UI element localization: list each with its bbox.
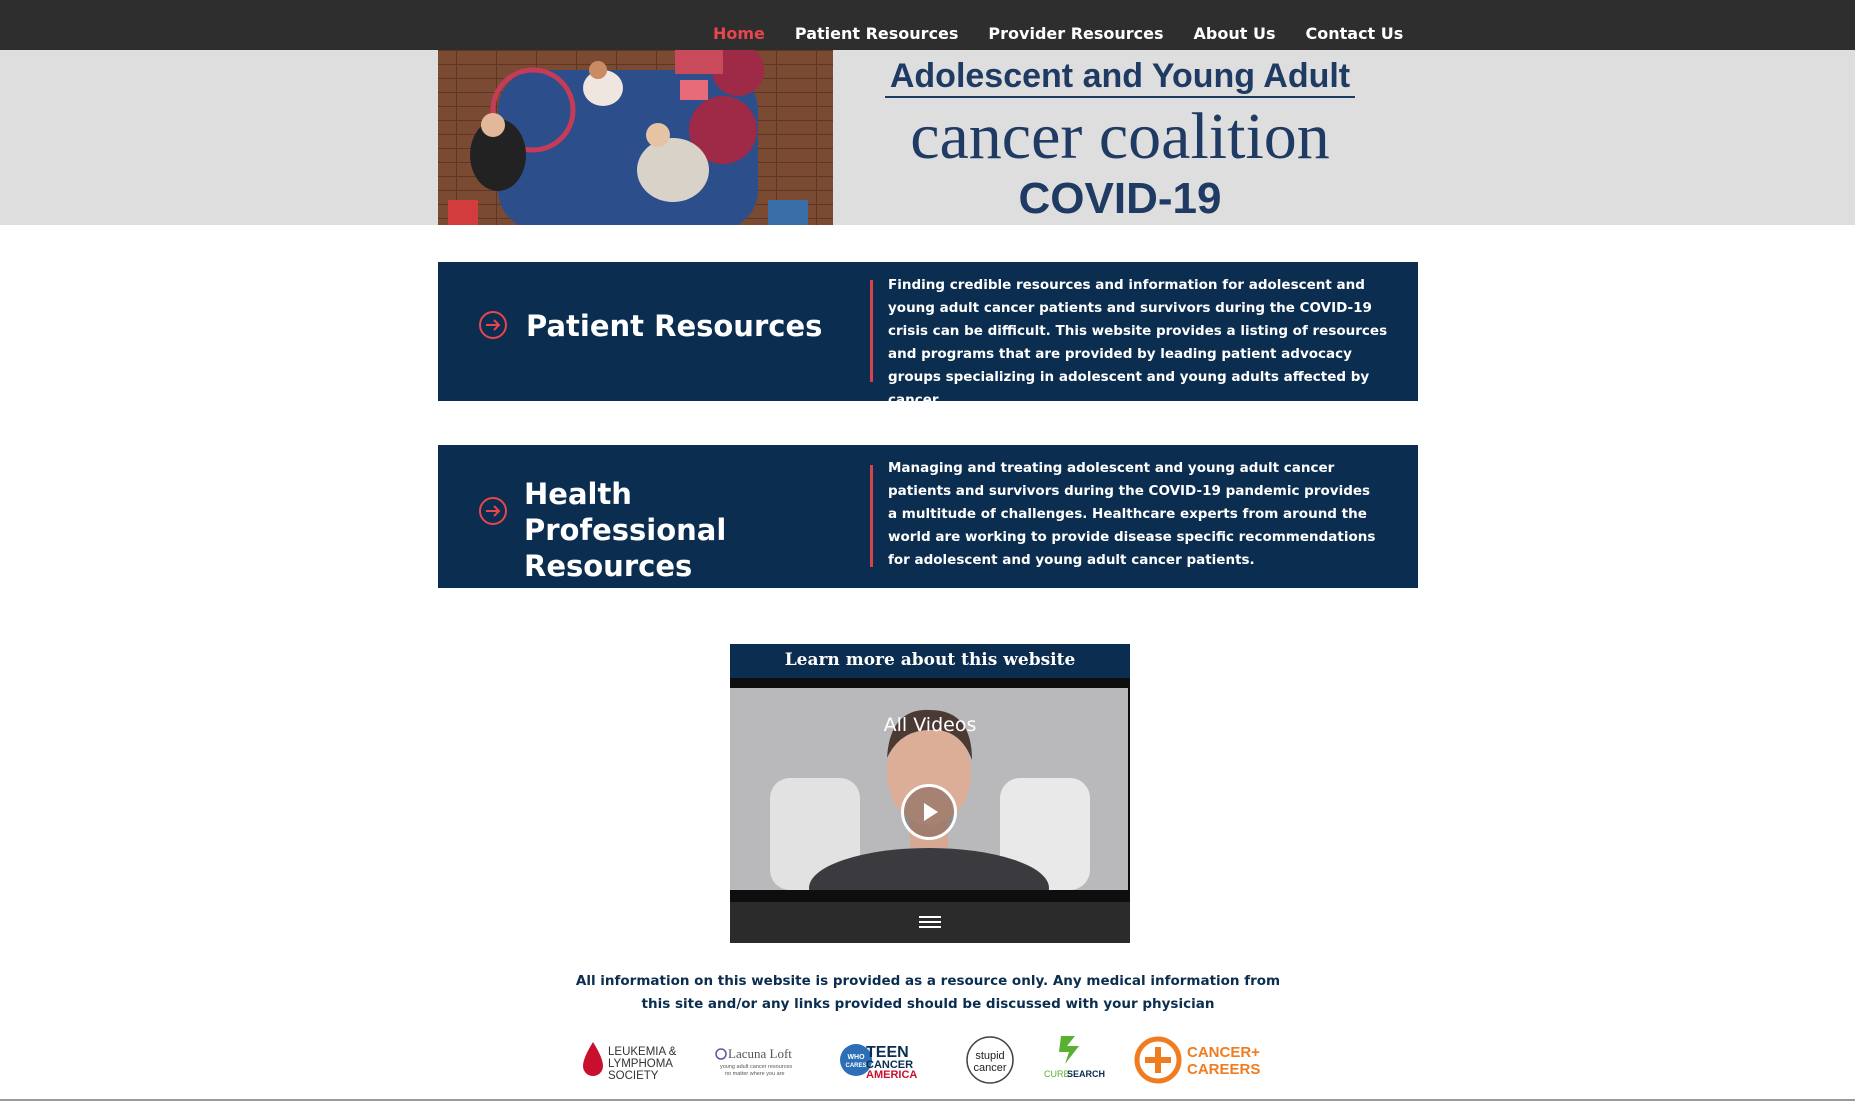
health-professional-resources-description: Managing and treating adolescent and you… <box>888 460 1376 568</box>
arrow-circle-icon[interactable] <box>478 496 508 526</box>
card-divider <box>870 465 873 567</box>
brand-line-2: cancer coalition <box>910 100 1330 173</box>
nav-home[interactable]: Home <box>713 24 765 43</box>
lacuna-tagline-1: young adult cancer resources <box>720 1064 792 1070</box>
video-widget-title: Learn more about this website <box>784 650 1076 670</box>
health-professional-resources-title[interactable]: Health Professional Resources <box>524 476 824 584</box>
partner-logos: LEUKEMIA & LYMPHOMA SOCIETY Lacuna Loft … <box>575 1030 1285 1090</box>
card-divider <box>870 280 873 382</box>
stupid-line-2: cancer <box>973 1062 1006 1074</box>
brand-line-3: COVID-19 <box>1019 174 1222 223</box>
main-nav: Home Patient Resources Provider Resource… <box>713 24 1403 43</box>
play-icon <box>924 803 938 821</box>
patient-resources-card[interactable]: Patient Resources Finding credible resou… <box>438 262 1418 408</box>
nav-provider-resources[interactable]: Provider Resources <box>988 24 1163 43</box>
medical-disclaimer: All information on this website is provi… <box>575 973 1281 1012</box>
patient-resources-description: Finding credible resources and informati… <box>888 277 1388 408</box>
arrow-circle-icon[interactable] <box>478 310 508 340</box>
stupid-cancer-logo[interactable]: stupid cancer <box>966 1036 1014 1084</box>
video-widget: Learn more about this website All Videos <box>730 644 1130 943</box>
lacuna-loft-logo[interactable]: Lacuna Loft young adult cancer resources… <box>715 1046 792 1077</box>
patient-resources-title[interactable]: Patient Resources <box>526 308 822 344</box>
brand-line-1: Adolescent and Young Adult <box>890 57 1350 95</box>
nav-contact-us[interactable]: Contact Us <box>1306 24 1404 43</box>
teen-cancer-america-logo[interactable]: WHO CARES TEEN CANCER AMERICA <box>840 1044 917 1081</box>
cc-line-2: CAREERS <box>1187 1061 1260 1078</box>
cancer-and-careers-logo[interactable]: CANCER+ CAREERS <box>1134 1036 1260 1084</box>
cc-line-1: CANCER+ <box>1187 1044 1260 1061</box>
lls-line-1: LEUKEMIA & <box>608 1046 677 1058</box>
nav-about-us[interactable]: About Us <box>1194 24 1276 43</box>
tca-who: WHO <box>847 1054 865 1061</box>
hamburger-menu-icon[interactable] <box>919 916 941 928</box>
curesearch-logo[interactable]: CURE SEARCH <box>1044 1036 1105 1079</box>
coalition-logo[interactable]: Adolescent and Young Adult cancer coalit… <box>875 55 1365 225</box>
hero-photo <box>438 50 833 225</box>
health-professional-resources-card[interactable]: Health Professional Resources Managing a… <box>438 445 1418 588</box>
video-control-bar <box>730 902 1130 943</box>
tca-cares: CARES <box>845 1063 866 1069</box>
top-navigation-bar: Home Patient Resources Provider Resource… <box>0 0 1855 50</box>
stupid-line-1: stupid <box>975 1050 1004 1062</box>
footer-divider <box>0 1099 1855 1101</box>
lacuna-tagline-2: no matter where you are <box>725 1071 785 1077</box>
curesearch-cure: CURE <box>1044 1069 1070 1079</box>
curesearch-search: SEARCH <box>1067 1069 1105 1079</box>
tca-america: AMERICA <box>866 1069 917 1081</box>
all-videos-label[interactable]: All Videos <box>730 714 1130 736</box>
lls-line-2: LYMPHOMA <box>608 1058 673 1070</box>
nav-patient-resources[interactable]: Patient Resources <box>795 24 959 43</box>
play-button[interactable] <box>901 784 957 840</box>
lacuna-name: Lacuna Loft <box>728 1046 792 1061</box>
leukemia-lymphoma-society-logo[interactable]: LEUKEMIA & LYMPHOMA SOCIETY <box>583 1042 677 1082</box>
lls-line-3: SOCIETY <box>608 1070 659 1082</box>
